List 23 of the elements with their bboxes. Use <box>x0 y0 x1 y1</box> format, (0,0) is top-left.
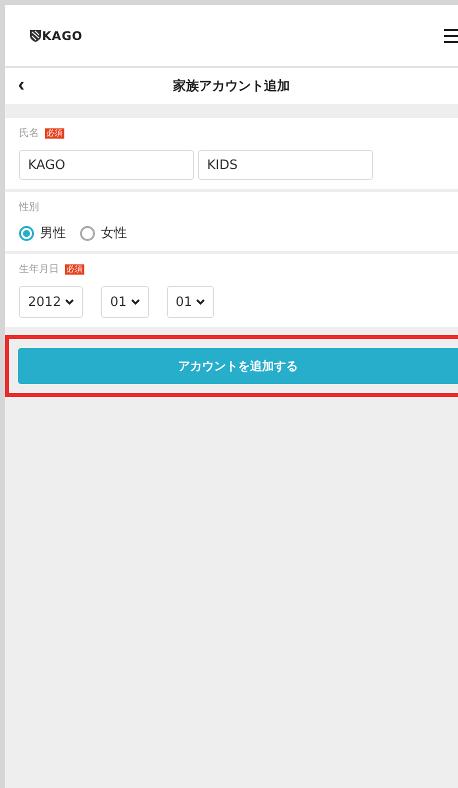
logo[interactable]: KAGO <box>30 28 83 42</box>
name-input[interactable]: KAGO <box>19 150 194 180</box>
required-badge: 必須 <box>65 264 84 274</box>
date-select[interactable]: 01 <box>166 286 214 318</box>
required-badge: 必須 <box>45 128 64 138</box>
chevron-down-icon <box>196 299 206 305</box>
radio-label: 男性 <box>40 225 66 242</box>
radio-label: 女性 <box>101 225 127 242</box>
chevron-down-icon <box>130 299 140 305</box>
menu-icon[interactable] <box>444 28 458 42</box>
radio-button[interactable] <box>80 226 95 240</box>
logo-text: KAGO <box>42 28 83 42</box>
date-select[interactable]: 01 <box>101 286 149 318</box>
back-button[interactable]: ‹ <box>15 76 28 94</box>
chevron-down-icon <box>65 299 74 305</box>
date-select[interactable]: 2012 <box>19 286 84 318</box>
name-input[interactable]: KIDS <box>198 150 373 180</box>
field-label: 氏名 <box>19 126 39 140</box>
shield-icon <box>30 29 41 42</box>
field-label: 性別 <box>19 200 39 214</box>
radio-button[interactable] <box>19 226 34 240</box>
field-label: 生年月日 <box>19 262 59 276</box>
page-title: 家族アカウント追加 <box>173 78 290 95</box>
